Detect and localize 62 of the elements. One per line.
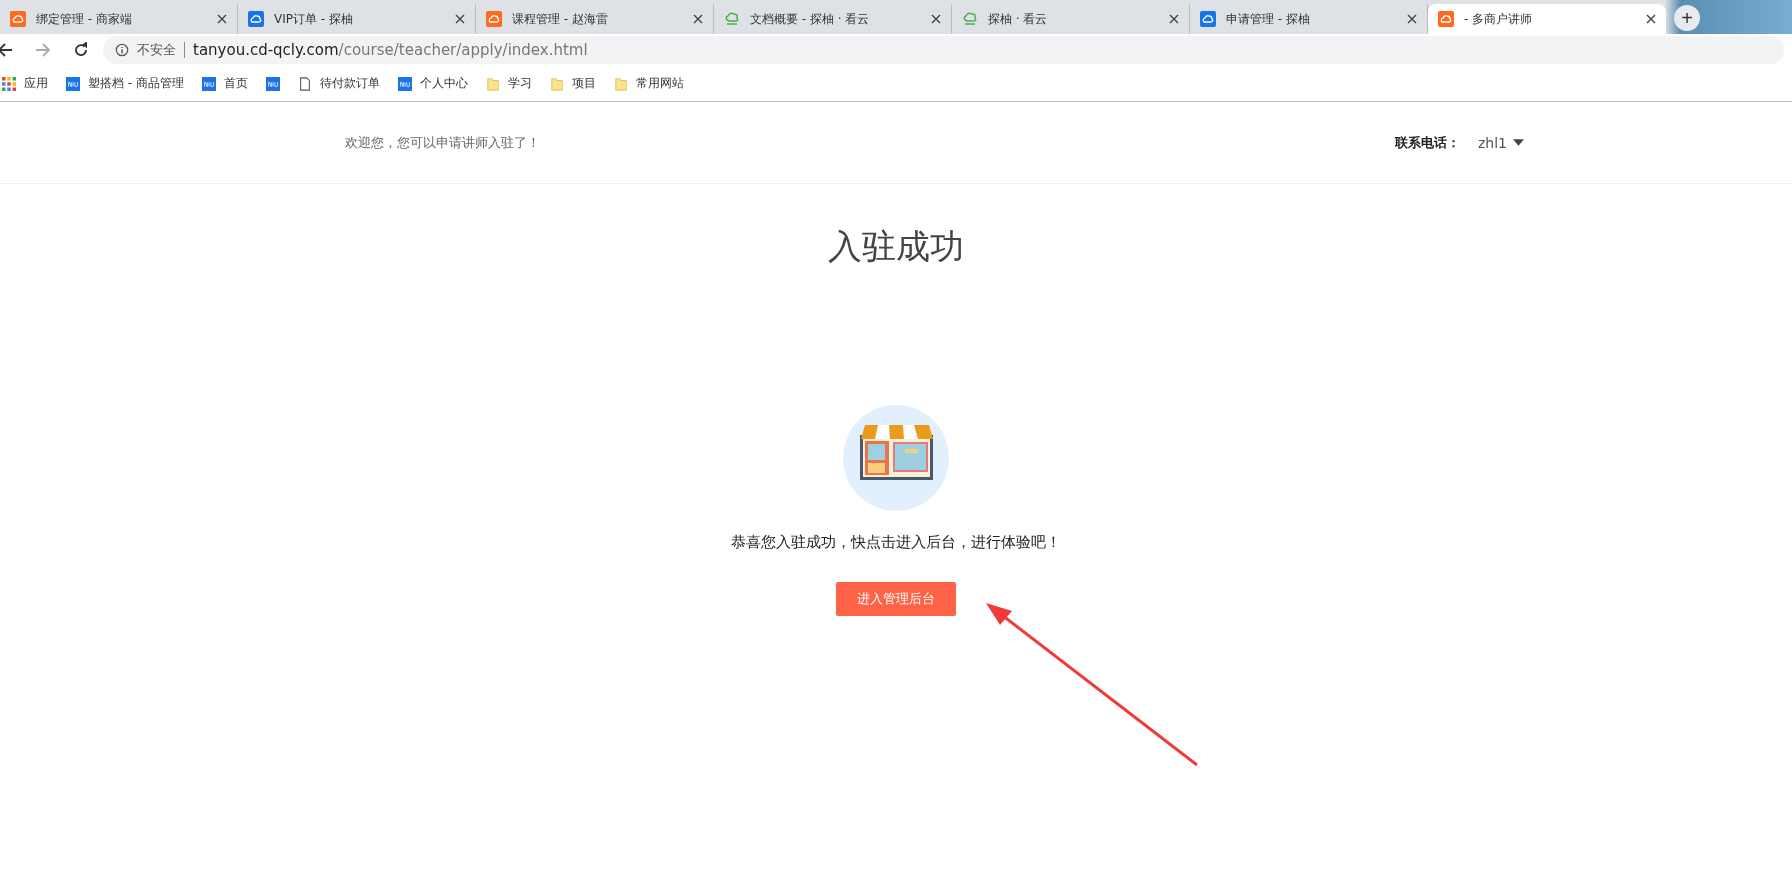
- tab-title: 探柚 · 看云: [988, 10, 1049, 28]
- phone-label: 联系电话：: [1394, 133, 1460, 152]
- bookmark[interactable]: 个人中心: [397, 75, 468, 92]
- bookmark-label: 待付款订单: [319, 75, 380, 92]
- apps-grid-icon: [2, 76, 16, 91]
- page-title: 入驻成功: [828, 225, 964, 268]
- close-icon[interactable]: [1646, 14, 1656, 24]
- bookmark[interactable]: 学习: [485, 75, 532, 92]
- page-icon: [297, 76, 312, 91]
- address-bar[interactable]: 不安全 tanyou.cd-qcly.com/course/teacher/apply/index.html: [103, 36, 1784, 64]
- bookmark-label: 个人中心: [419, 75, 468, 92]
- browser-tab[interactable]: - 多商户讲师: [1428, 4, 1666, 34]
- bookmark[interactable]: 应用: [2, 75, 48, 92]
- storefront-icon: [843, 405, 949, 511]
- success-message: 恭喜您入驻成功，快点击进入后台，进行体验吧！: [731, 533, 1061, 552]
- security-label: 不安全: [137, 41, 176, 59]
- cloud-icon: [1438, 11, 1454, 27]
- back-icon[interactable]: [0, 42, 13, 58]
- bookmark[interactable]: [265, 76, 280, 91]
- niu-logo-icon: [201, 76, 216, 91]
- niu-logo-icon: [397, 76, 412, 91]
- bookmark[interactable]: 首页: [201, 75, 248, 92]
- folder-icon: [613, 76, 628, 91]
- bookmark[interactable]: 项目: [549, 75, 596, 92]
- bookmark[interactable]: 常用网站: [613, 75, 684, 92]
- cloud-icon: [724, 11, 740, 27]
- welcome-text: 欢迎您，您可以申请讲师入驻了！: [345, 133, 540, 152]
- bookmark[interactable]: 待付款订单: [297, 75, 380, 92]
- cloud-icon: [486, 11, 502, 27]
- tab-title: VIP订单 - 探柚: [274, 10, 354, 28]
- tab-title: 文档概要 - 探柚 · 看云: [750, 10, 871, 28]
- caret-icon: [1513, 139, 1524, 146]
- bookmark[interactable]: 塑搭档 - 商品管理: [66, 75, 184, 92]
- cloud-icon: [1200, 11, 1216, 27]
- tab-title: 申请管理 - 探柚: [1226, 10, 1311, 28]
- folder-icon: [549, 76, 564, 91]
- new-tab-button[interactable]: +: [1674, 5, 1700, 31]
- close-icon[interactable]: [1169, 14, 1179, 24]
- bookmark-label: 项目: [571, 75, 596, 92]
- bookmark-label: 首页: [223, 75, 248, 92]
- bookmark-label: 应用: [24, 75, 48, 92]
- niu-logo-icon: [66, 76, 80, 91]
- tab-title: 绑定管理 - 商家端: [36, 10, 133, 28]
- cloud-icon: [10, 11, 26, 27]
- cloud-icon: [962, 11, 978, 27]
- niu-logo-icon: [265, 76, 280, 91]
- close-icon[interactable]: [217, 14, 227, 24]
- close-icon[interactable]: [931, 14, 941, 24]
- url-text: tanyou.cd-qcly.com/course/teacher/apply/index.html: [193, 41, 588, 59]
- folder-icon: [485, 76, 500, 91]
- bookmark-label: 学习: [507, 75, 532, 92]
- reload-icon[interactable]: [73, 42, 89, 58]
- cloud-icon: [248, 11, 264, 27]
- bookmark-label: 常用网站: [635, 75, 684, 92]
- close-icon[interactable]: [455, 14, 465, 24]
- close-icon[interactable]: [693, 14, 703, 24]
- user-menu[interactable]: zhl1: [1477, 134, 1524, 151]
- close-icon[interactable]: [1407, 14, 1417, 24]
- tab-title: - 多商户讲师: [1464, 10, 1534, 28]
- bookmark-label: 塑搭档 - 商品管理: [88, 75, 184, 92]
- info-icon: [115, 43, 129, 57]
- tab-title: 课程管理 - 赵海雷: [512, 10, 609, 28]
